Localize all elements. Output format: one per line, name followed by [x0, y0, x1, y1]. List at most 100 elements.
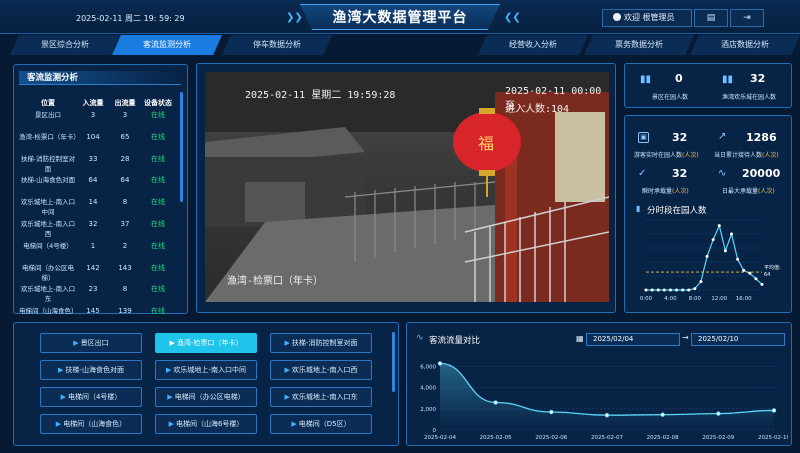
gate-button-label: 电梯间（办公区电梯）: [174, 393, 245, 401]
tab-revenue[interactable]: 经营收入分析: [478, 35, 588, 55]
chevron-right-icon: ❮❮: [504, 12, 521, 23]
row-outflow: 139: [118, 307, 132, 316]
gate-button[interactable]: ▶ 欢乐城地上-南入口中间: [155, 360, 257, 380]
scenic-in-park-label: 景区在园人数: [652, 94, 689, 101]
trend-icon: ↗: [718, 131, 727, 142]
play-icon: ▶: [73, 339, 79, 347]
gate-button[interactable]: ▶ 欢乐城地上-南入口西: [270, 360, 372, 380]
gate-button-label: 电梯间（D5区）: [298, 420, 351, 428]
flow-chart: 0 2,000 4,000 6,000 2025-02-04 2025-02-05 2025…: [420, 361, 788, 441]
table-row[interactable]: 渔湾-检票口（年卡） 104 65 在线: [19, 132, 179, 154]
table-scrollbar[interactable]: [180, 92, 183, 202]
row-inflow: 64: [88, 176, 98, 185]
x-tick-label: 12:00: [711, 296, 727, 302]
y-tick-label: 4,000: [420, 386, 436, 392]
table-row[interactable]: 景区出口 3 3 在线: [19, 110, 179, 132]
gate-button-label: 电梯间（4号楼）: [67, 393, 122, 401]
row-inflow: 142: [86, 263, 100, 272]
check-icon: ✓: [638, 168, 647, 179]
happy-city-in-park-label: 渔湾欢乐城在园人数: [722, 94, 777, 101]
table-row[interactable]: 扶梯-山海食色对面 64 64 在线: [19, 175, 179, 197]
row-position: 电梯间（山海食色）: [19, 307, 78, 316]
gate-button-label: 渔湾-检票口（年卡）: [176, 339, 243, 347]
table-row[interactable]: 欢乐城地上-南入口中间 14 8 在线: [19, 197, 179, 219]
gate-button[interactable]: ▶ 渔湾-检票口（年卡）: [155, 333, 257, 353]
gate-button[interactable]: ▶ 扶梯-山海食色对面: [40, 360, 142, 380]
x-tick-label: 2025-02-09: [702, 435, 734, 441]
realtime-visitors-value: 32: [672, 131, 688, 144]
play-icon: ▶: [58, 366, 64, 374]
gate-button[interactable]: ▶ 电梯间（办公区电梯）: [155, 387, 257, 407]
bar-chart-icon: ▮: [636, 204, 641, 213]
gate-button[interactable]: ▶ 欢乐城地上-南入口东: [270, 387, 372, 407]
table-row[interactable]: 扶梯-消防控制室对面 33 28 在线: [19, 154, 179, 176]
table-row[interactable]: 电梯间（4号楼） 1 2 在线: [19, 241, 179, 263]
flow-point: [493, 400, 498, 405]
header-datetime: 2025-02-11 周二 19: 59: 29: [76, 14, 185, 23]
gate-button[interactable]: ▶ 电梯间（D5区）: [270, 414, 372, 434]
table-row[interactable]: 欢乐城地上-南入口东 23 8 在线: [19, 284, 179, 306]
hourly-point: [736, 257, 740, 261]
hourly-point: [748, 271, 752, 275]
flow-point: [549, 409, 554, 415]
gate-button[interactable]: ▶ 电梯间（山海食色）: [40, 414, 142, 434]
tab-ticketing[interactable]: 票务数据分析: [584, 35, 694, 55]
flow-chart-title: 客流流量对比: [429, 336, 481, 346]
layout-toggle-button[interactable]: ▤: [694, 9, 728, 27]
gate-button[interactable]: ▶ 景区出口: [40, 333, 142, 353]
hourly-point: [754, 277, 758, 281]
row-position: 欢乐城地上-南入口西: [20, 220, 76, 238]
gate-button-label: 电梯间（山海食色）: [63, 420, 127, 428]
row-status: 在线: [151, 176, 165, 185]
row-position: 渔湾-检票口（年卡）: [19, 132, 80, 141]
in-park-summary-panel: [624, 63, 792, 108]
camera-feed[interactable]: 2025-02-11 星期二 19:59:28 2025-02-11 00:00…: [205, 72, 609, 302]
row-outflow: 143: [118, 263, 132, 272]
x-tick-label: 2025-02-04: [424, 435, 456, 441]
play-icon: ▶: [284, 339, 290, 347]
y-tick-label: 6,000: [420, 365, 436, 371]
row-inflow: 14: [88, 198, 98, 207]
gate-button[interactable]: ▶ 扶梯-消防控制室对面: [270, 333, 372, 353]
play-icon: ▶: [168, 420, 174, 428]
row-status: 在线: [151, 132, 165, 141]
row-position: 景区出口: [35, 111, 61, 119]
user-greeting: 欢迎 根管理员: [624, 13, 675, 22]
date-range-arrow: →: [682, 333, 689, 342]
play-icon: ▶: [55, 420, 62, 428]
gate-button[interactable]: ▶ 电梯间（山海6号楼）: [155, 414, 257, 434]
table-row[interactable]: 电梯间（办公区电梯） 142 143 在线: [19, 263, 179, 285]
realtime-visitors-label: 游客实时在园人数(人次): [634, 152, 699, 159]
gate-button-label: 电梯间（山海6号楼）: [175, 420, 244, 428]
camera-osd-datetime: 2025-02-11 星期二 19:59:28: [245, 90, 396, 101]
flow-point: [604, 412, 610, 418]
logout-button[interactable]: ⇥: [730, 9, 764, 27]
flow-area: [440, 363, 774, 430]
x-tick-label: 2025-02-05: [480, 435, 512, 441]
row-outflow: 64: [120, 176, 130, 185]
row-status: 在线: [151, 111, 165, 119]
play-icon: ▶: [291, 420, 297, 428]
start-date-input[interactable]: 2025/02/04: [586, 333, 680, 346]
row-outflow: 65: [120, 132, 130, 141]
daily-total-label: 当日累计接待人数(人次): [714, 152, 779, 159]
tab-hotel[interactable]: 酒店数据分析: [690, 35, 800, 55]
tab-visitor-flow[interactable]: 客流监测分析: [112, 35, 222, 55]
col-outflow: 出流量: [114, 99, 136, 107]
end-date-input[interactable]: 2025/02/10: [691, 333, 785, 346]
row-position: 欢乐城地上-南入口中间: [20, 198, 76, 217]
table-row[interactable]: 欢乐城地上-南入口西 32 37 在线: [19, 219, 179, 241]
gate-list-scrollbar[interactable]: [392, 332, 395, 392]
x-tick-label: 2025-02-10: [758, 435, 788, 441]
user-menu[interactable]: 欢迎 根管理员: [602, 9, 692, 27]
tab-scenic-overview[interactable]: 景区综合分析: [10, 35, 120, 55]
play-icon: ▶: [166, 366, 172, 374]
hourly-point: [711, 238, 715, 242]
user-icon: [613, 13, 621, 21]
gate-button[interactable]: ▶ 电梯间（4号楼）: [40, 387, 142, 407]
col-inflow: 入流量: [82, 99, 104, 107]
tab-parking[interactable]: 停车数据分析: [222, 35, 332, 55]
col-position: 位置: [41, 99, 55, 107]
row-status: 在线: [151, 307, 165, 316]
gate-button-label: 欢乐城地上-南入口西: [291, 366, 358, 374]
